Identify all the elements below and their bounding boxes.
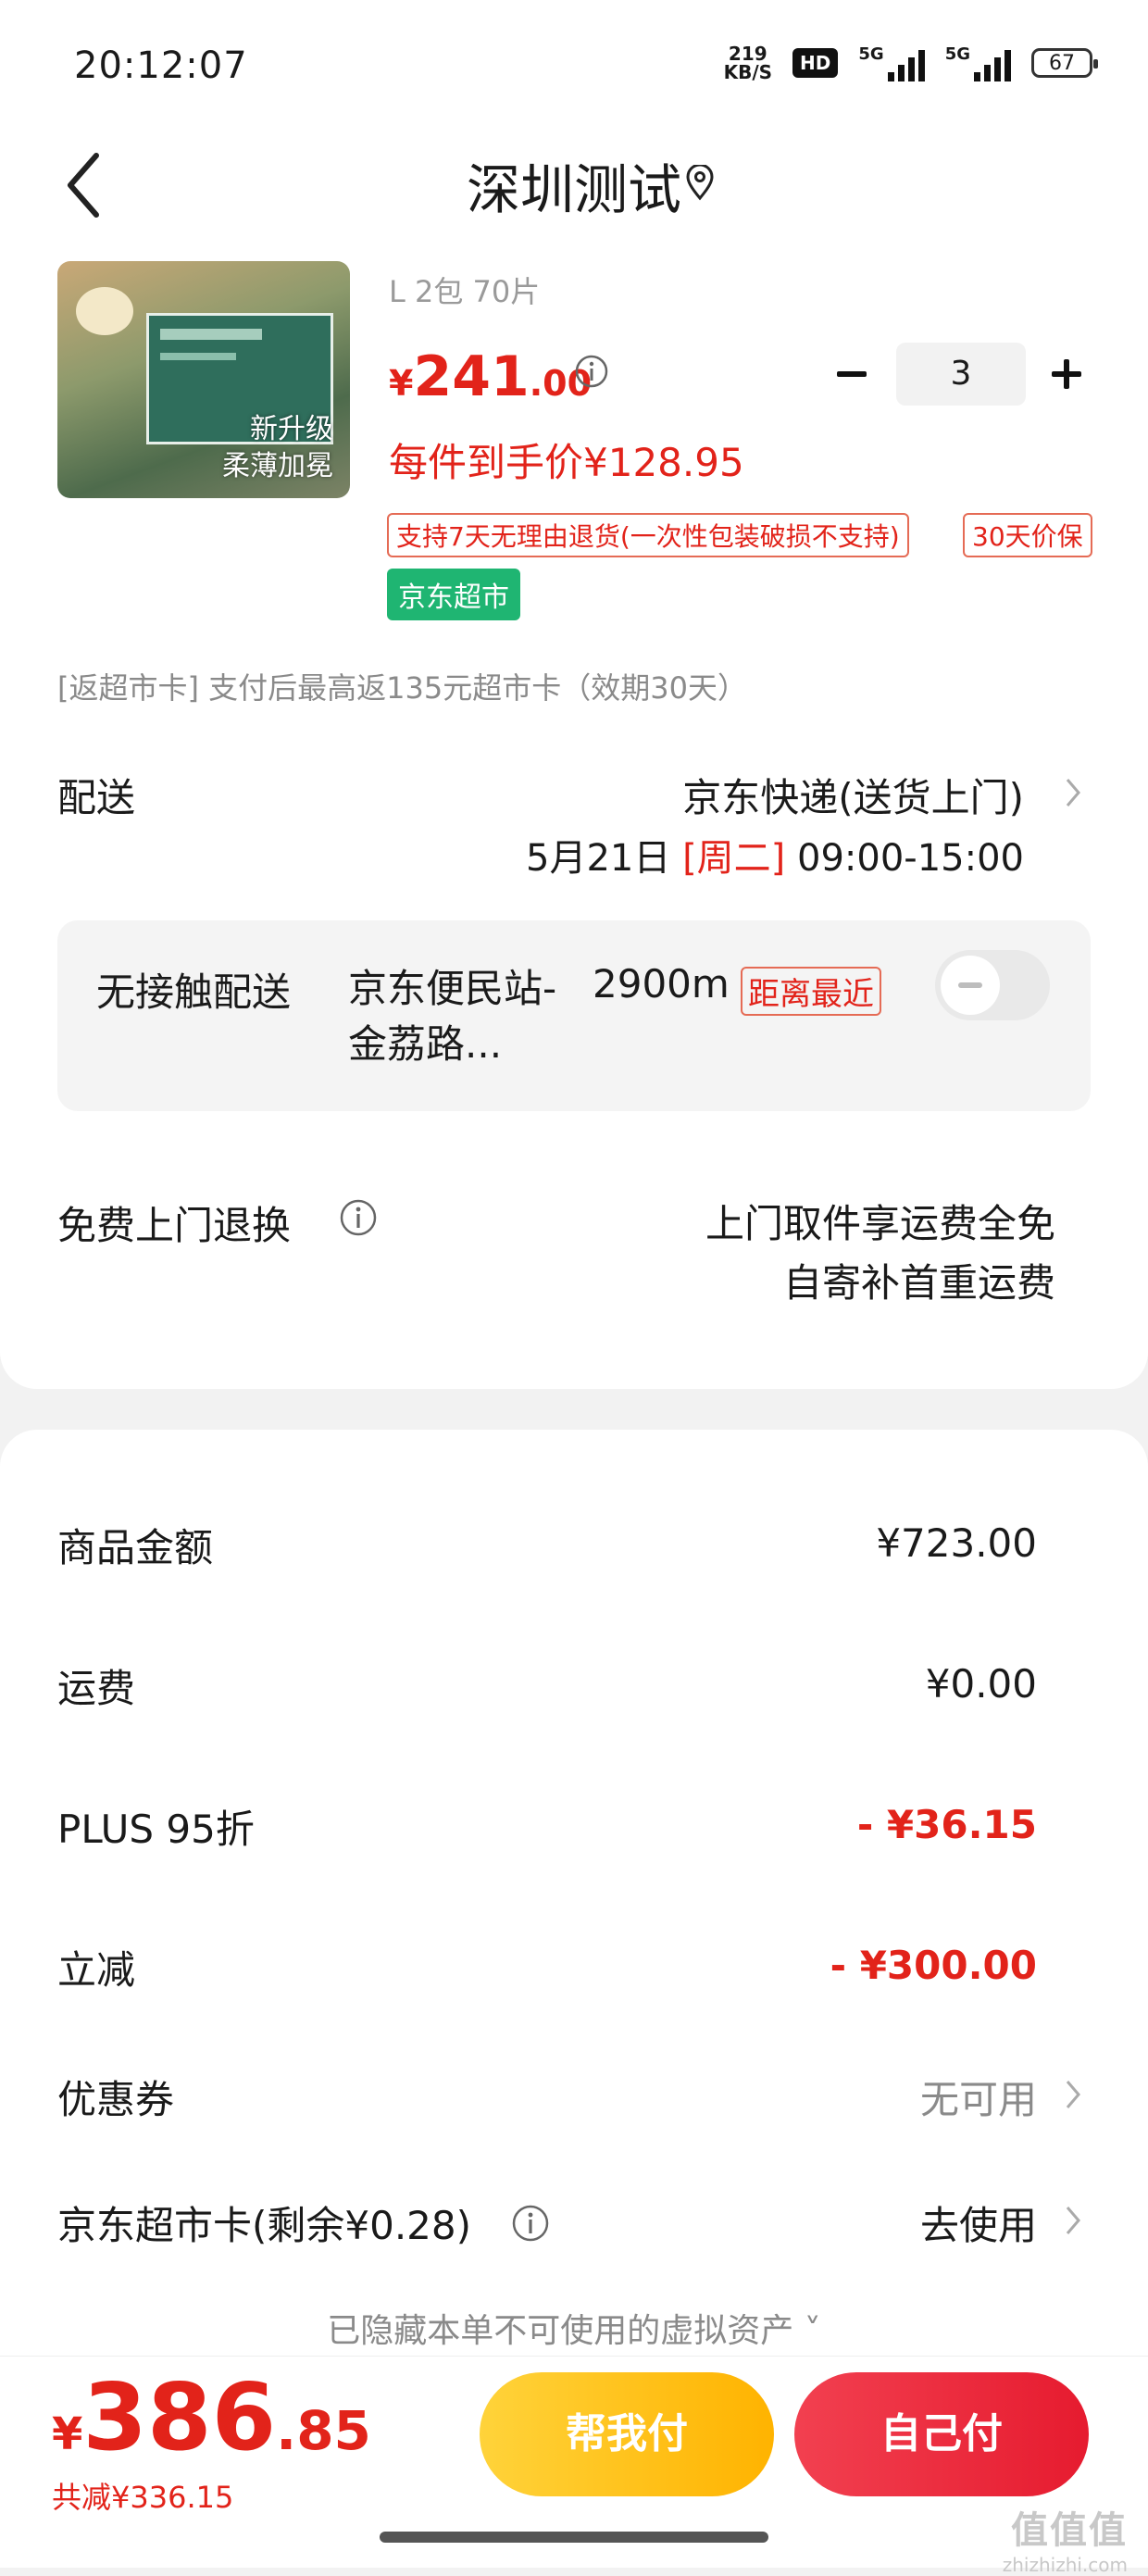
free-return-label: 免费上门退换 — [57, 1203, 292, 1248]
product-spec[interactable]: L 2包 70片 — [389, 269, 540, 311]
total-price: ¥386.85 — [52, 2363, 371, 2471]
quantity-input[interactable]: 3 — [896, 343, 1026, 406]
location-pin-icon[interactable] — [683, 165, 717, 202]
supermarket-card-label: 京东超市卡(剩余¥0.28) — [57, 2203, 472, 2248]
pay-myself-button[interactable]: 自己付 — [794, 2372, 1089, 2496]
station-distance: 2900m — [593, 961, 730, 1007]
product-thumbnail[interactable]: 新升级 柔薄加冕 — [57, 261, 350, 498]
coupon-value[interactable]: 无可用 — [920, 2069, 1037, 2125]
signal-icon-2: 5G — [945, 44, 1011, 81]
page-title: 深圳测试 — [466, 158, 681, 221]
battery-icon: 67 — [1031, 48, 1098, 78]
increase-quantity-button[interactable] — [1044, 352, 1089, 396]
delivery-weekday: [周二] — [682, 837, 786, 880]
total-integer: 386 — [82, 2363, 277, 2471]
contactless-toggle[interactable] — [935, 950, 1050, 1020]
status-icons: 219 KB/S HD 5G 5G 67 — [724, 44, 1098, 81]
hidden-assets-toggle[interactable]: 已隐藏本单不可使用的虚拟资产 ˅ — [0, 2304, 1148, 2352]
delivery-label: 配送 — [57, 775, 136, 820]
thumbnail-caption: 新升级 柔薄加冕 — [222, 411, 333, 485]
plus-discount-label: PLUS 95折 — [57, 1807, 255, 1852]
toggle-knob — [941, 956, 1000, 1015]
shipping-value: ¥0.00 — [925, 1661, 1037, 1707]
delivery-time-range: 09:00-15:00 — [785, 837, 1024, 880]
hd-icon: HD — [792, 48, 839, 78]
coupon-label: 优惠券 — [57, 2077, 175, 2122]
signal-icon: 5G — [858, 44, 925, 81]
total-decimal: .85 — [276, 2399, 371, 2462]
goods-amount-label: 商品金额 — [57, 1525, 214, 1570]
shipping-label: 运费 — [57, 1666, 136, 1711]
decrease-quantity-button[interactable] — [830, 352, 874, 396]
total-currency: ¥ — [52, 2408, 83, 2460]
goods-amount-value: ¥723.00 — [876, 1520, 1037, 1566]
status-time: 20:12:07 — [74, 44, 248, 87]
network-speed-unit: KB/S — [723, 61, 773, 83]
price-info-icon[interactable] — [574, 354, 609, 389]
chevron-right-icon[interactable] — [1063, 2078, 1083, 2111]
chevron-right-icon[interactable] — [1063, 776, 1083, 809]
pickup-station[interactable]: 京东便民站-金荔路... — [348, 961, 589, 1072]
rebate-info: [返超市卡] 支付后最高返135元超市卡（效期30天） — [57, 670, 747, 706]
price-currency: ¥ — [389, 363, 414, 404]
card-info-icon[interactable] — [511, 2204, 550, 2243]
help-me-pay-button[interactable]: 帮我付 — [480, 2372, 774, 2496]
watermark: 值值值 zhizhizhi.com — [1003, 2500, 1128, 2576]
return-info-icon[interactable] — [339, 1198, 378, 1237]
unit-final-price: 每件到手价¥128.95 — [389, 440, 744, 485]
signal-label-2: 5G — [944, 44, 970, 64]
thumbnail-caption-line1: 新升级 — [250, 413, 333, 445]
total-discount: 共减¥336.15 — [52, 2480, 234, 2515]
watermark-logo: 值值值 — [1011, 2509, 1128, 2552]
free-return-line2: 自寄补首重运费 — [782, 1260, 1055, 1306]
chevron-right-icon[interactable] — [1063, 2204, 1083, 2237]
signal-label: 5G — [858, 44, 884, 64]
watermark-url: zhizhizhi.com — [1002, 2554, 1128, 2576]
jd-market-tag: 京东超市 — [387, 569, 520, 620]
instant-discount-value: - ¥300.00 — [830, 1943, 1037, 1988]
thumbnail-caption-line2: 柔薄加冕 — [222, 450, 333, 482]
network-speed: 219 KB/S — [724, 44, 772, 81]
delivery-date: 5月21日 — [526, 837, 683, 880]
network-speed-value: 219 — [728, 43, 767, 65]
price-protection-badge: 30天价保 — [963, 513, 1092, 557]
product-price: ¥241.00 — [389, 344, 592, 409]
contactless-title: 无接触配送 — [96, 969, 292, 1015]
instant-discount-label: 立减 — [57, 1947, 136, 1993]
nearest-tag: 距离最近 — [741, 967, 881, 1016]
delivery-method[interactable]: 京东快递(送货上门) — [682, 767, 1024, 823]
thumbnail-sticker — [76, 287, 133, 335]
supermarket-card-use[interactable]: 去使用 — [920, 2195, 1037, 2251]
free-return-line1: 上门取件享运费全免 — [705, 1201, 1055, 1246]
delivery-time[interactable]: 5月21日 [周二] 09:00-15:00 — [526, 828, 1024, 882]
home-indicator[interactable] — [380, 2532, 768, 2543]
price-integer: 241 — [413, 344, 530, 409]
free-return-details: 上门取件享运费全免 自寄补首重运费 — [705, 1194, 1055, 1313]
plus-discount-value: - ¥36.15 — [856, 1802, 1037, 1847]
return-policy-badge: 支持7天无理由退货(一次性包装破损不支持) — [387, 513, 909, 557]
